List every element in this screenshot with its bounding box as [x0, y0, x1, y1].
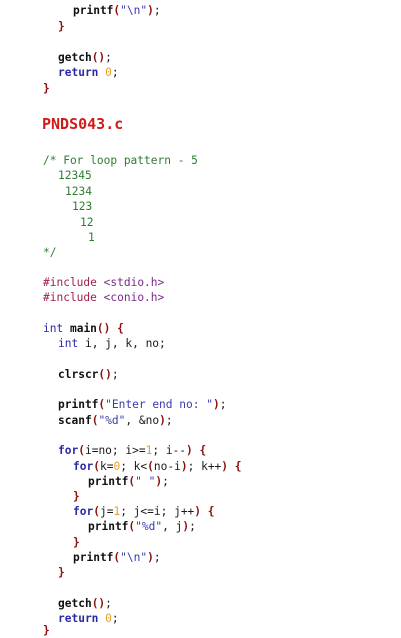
comment-row-2: 1234	[65, 185, 92, 198]
code-line-return-main: return 0;	[58, 612, 119, 625]
code-line-close-brace-outer: }	[43, 82, 50, 95]
code-line-printf-newline: printf("\n");	[73, 4, 161, 17]
code-line-printf-nl: printf("\n");	[73, 551, 161, 564]
comment-row-5: 1	[88, 231, 95, 244]
code-line-close-i: }	[58, 566, 65, 579]
include-conio: #include <conio.h>	[43, 291, 165, 304]
code-line-printf-space: printf(" ");	[88, 475, 169, 488]
code-line-printf-d: printf("%d", j);	[88, 520, 196, 533]
code-line-for-j: for(j=1; j<=i; j++) {	[73, 505, 215, 518]
code-line-close-j: }	[73, 536, 80, 549]
code-line-close-main: }	[43, 624, 50, 637]
code-line-decl: int i, j, k, no;	[58, 337, 166, 350]
code-line-return: return 0;	[58, 66, 119, 79]
code-line-printf-prompt: printf("Enter end no: ");	[58, 398, 227, 411]
code-line-close-brace: }	[58, 20, 65, 33]
code-line-main-signature: int main() {	[43, 322, 124, 335]
comment-row-4: 12	[80, 216, 94, 229]
comment-row-1: 12345	[58, 169, 92, 182]
comment-end: */	[43, 246, 57, 259]
code-line-getch: getch();	[58, 51, 112, 64]
code-line-for-k: for(k=0; k<(no-i); k++) {	[73, 460, 242, 473]
include-stdio: #include <stdio.h>	[43, 276, 165, 289]
comment-row-3: 123	[72, 200, 93, 213]
code-line-close-k: }	[73, 490, 80, 503]
code-line-for-i: for(i=no; i>=1; i--) {	[58, 444, 207, 457]
code-line-clrscr: clrscr();	[58, 368, 119, 381]
section-title: PNDS043.c	[42, 115, 124, 133]
code-line-getch-main: getch();	[58, 597, 112, 610]
comment-line-1: /* For loop pattern - 5	[43, 154, 198, 167]
code-line-scanf: scanf("%d", &no);	[58, 414, 173, 427]
